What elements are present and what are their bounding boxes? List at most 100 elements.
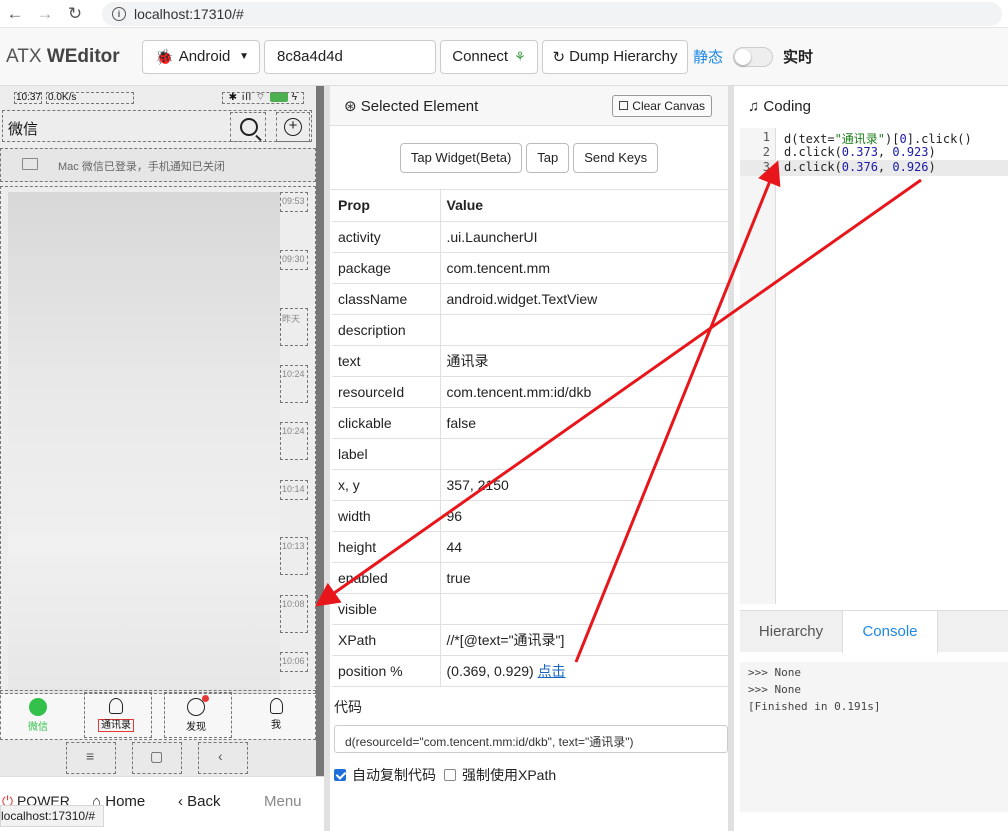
code-line[interactable]: 2 d.click(0.373, 0.923)	[740, 145, 1008, 161]
code-line[interactable]: 1 d(text="通讯录")[0].click()	[740, 130, 1008, 146]
prop-name: className	[332, 283, 441, 315]
selected-element-title: ⊛ Selected Element	[344, 97, 478, 115]
code-editor[interactable]: 1 d(text="通讯录")[0].click() 2 d.click(0.3…	[740, 128, 1008, 604]
console-line: >>> None	[748, 683, 801, 696]
prop-value[interactable]	[440, 593, 728, 625]
clear-canvas-button[interactable]: Clear Canvas	[612, 94, 712, 117]
prop-value[interactable]: //*[@text="通讯录"]	[440, 624, 728, 656]
search-icon[interactable]	[240, 118, 258, 136]
device-serial-input[interactable]	[264, 39, 436, 74]
properties-table: Prop Value activity .ui.LauncherUI packag…	[332, 190, 728, 687]
realtime-mode-label: 实时	[783, 49, 814, 66]
weditor-window: ← → ↻ i localhost:17310/# ATX WEditor 🐞 …	[0, 0, 1008, 831]
line-number: 3	[762, 160, 770, 174]
force-xpath-label: 强制使用XPath	[462, 766, 557, 783]
prop-value[interactable]: 通讯录	[440, 345, 728, 377]
clear-canvas-label: Clear Canvas	[632, 98, 705, 113]
code-token: )	[928, 160, 936, 174]
browser-forward-icon[interactable]: →	[30, 0, 60, 28]
prop-name: package	[332, 252, 441, 284]
node-outline	[132, 742, 182, 774]
link-status-url: localhost:17310/#	[0, 805, 105, 827]
info-icon[interactable]: i	[112, 6, 126, 21]
click-position-link[interactable]: 点击	[538, 663, 566, 679]
back-label: Back	[187, 793, 221, 810]
table-row: enabled true	[332, 562, 728, 594]
code-token: ,	[877, 145, 893, 159]
node-outline	[222, 92, 304, 104]
address-bar[interactable]: i localhost:17310/#	[102, 1, 1002, 26]
code-line-active[interactable]: 3 d.click(0.376, 0.926)	[740, 160, 1008, 176]
browser-reload-icon[interactable]: ↻	[60, 0, 90, 28]
prop-name: visible	[332, 593, 441, 625]
table-row: activity .ui.LauncherUI	[332, 221, 728, 253]
platform-dropdown[interactable]: 🐞 Android ▼	[142, 39, 260, 74]
prop-value[interactable]: .ui.LauncherUI	[440, 221, 728, 253]
prop-value[interactable]: true	[440, 562, 728, 594]
console-line: >>> None	[748, 666, 801, 679]
tab-console[interactable]: Console	[842, 611, 938, 653]
prop-name: clickable	[332, 407, 441, 439]
wechat-title: 微信	[8, 121, 39, 138]
position-value[interactable]: (0.369, 0.929)	[447, 663, 534, 679]
prop-value[interactable]	[440, 438, 728, 470]
realtime-toggle[interactable]	[733, 46, 774, 67]
tap-button[interactable]: Tap	[526, 142, 570, 173]
node-outline	[84, 692, 152, 738]
browser-back-icon[interactable]: ←	[0, 0, 30, 28]
prop-name: description	[332, 314, 441, 346]
table-row: description	[332, 314, 728, 346]
table-row: package com.tencent.mm	[332, 252, 728, 284]
back-button[interactable]: ‹ Back	[178, 793, 221, 810]
prop-value[interactable]: false	[440, 407, 728, 439]
tap-widget-button[interactable]: Tap Widget(Beta)	[399, 142, 523, 173]
table-row: resourceId com.tencent.mm:id/dkb	[332, 376, 728, 408]
table-row: text 通讯录	[332, 345, 728, 377]
node-outline	[14, 92, 42, 104]
table-row: clickable false	[332, 407, 728, 439]
prop-value[interactable]: 44	[440, 531, 728, 563]
selected-element-title-text: Selected Element	[360, 97, 479, 115]
code-token: )	[928, 145, 936, 159]
code-token: d.click(	[784, 160, 842, 174]
prop-value[interactable]: 96	[440, 500, 728, 532]
prop-value[interactable]: 357, 2150	[440, 469, 728, 501]
prop-name: x, y	[332, 469, 441, 501]
node-outline	[164, 692, 232, 738]
code-text: d.click(0.373, 0.923)	[784, 145, 936, 159]
static-mode-label: 静态	[693, 49, 724, 66]
device-screenshot[interactable]: 10:37 0.0K/s ✱ ıll ⌔ ϟ 微信 + Mac 微信已登录，手机…	[0, 86, 316, 776]
code-number: 0	[899, 132, 907, 146]
plus-icon[interactable]: +	[284, 118, 302, 136]
menu-button[interactable]: Menu	[264, 793, 302, 810]
panel-splitter[interactable]	[316, 86, 324, 776]
tab-hierarchy[interactable]: Hierarchy	[740, 611, 842, 653]
prop-value[interactable]: com.tencent.mm:id/dkb	[440, 376, 728, 408]
auto-copy-label: 自动复制代码	[352, 766, 436, 783]
prop-value[interactable]	[440, 314, 728, 346]
code-token: d(text=	[784, 132, 835, 146]
generated-code-field[interactable]: d(resourceId="com.tencent.mm:id/dkb", te…	[334, 724, 728, 753]
code-token: ,	[877, 160, 893, 174]
code-number: 0.376	[841, 160, 878, 174]
code-token: ].click()	[906, 132, 972, 146]
code-token: )[	[885, 132, 900, 146]
force-xpath-checkbox[interactable]	[444, 768, 456, 781]
selected-element-header: ⊛ Selected Element Clear Canvas	[330, 86, 728, 126]
brand-bold: WEditor	[46, 45, 120, 67]
caret-down-icon: ▼	[239, 51, 249, 62]
line-number: 2	[762, 145, 770, 159]
dump-hierarchy-button[interactable]: ↻ Dump Hierarchy	[542, 39, 688, 74]
element-action-row: Tap Widget(Beta) Tap Send Keys	[330, 126, 728, 190]
auto-copy-checkbox[interactable]	[334, 768, 346, 781]
connect-button[interactable]: Connect ⚘	[440, 39, 538, 74]
send-keys-button[interactable]: Send Keys	[573, 142, 659, 173]
node-outline	[198, 742, 248, 774]
table-row: visible	[332, 593, 728, 625]
prop-value[interactable]: com.tencent.mm	[440, 252, 728, 284]
brand-light: ATX	[6, 45, 42, 67]
console-output: >>> None >>> None [Finished in 0.191s]	[740, 662, 1008, 812]
line-gutter	[740, 128, 776, 604]
coding-panel: ♫ Coding 1 d(text="通讯录")[0].click() 2 d.…	[728, 86, 1008, 831]
prop-value[interactable]: android.widget.TextView	[440, 283, 728, 315]
